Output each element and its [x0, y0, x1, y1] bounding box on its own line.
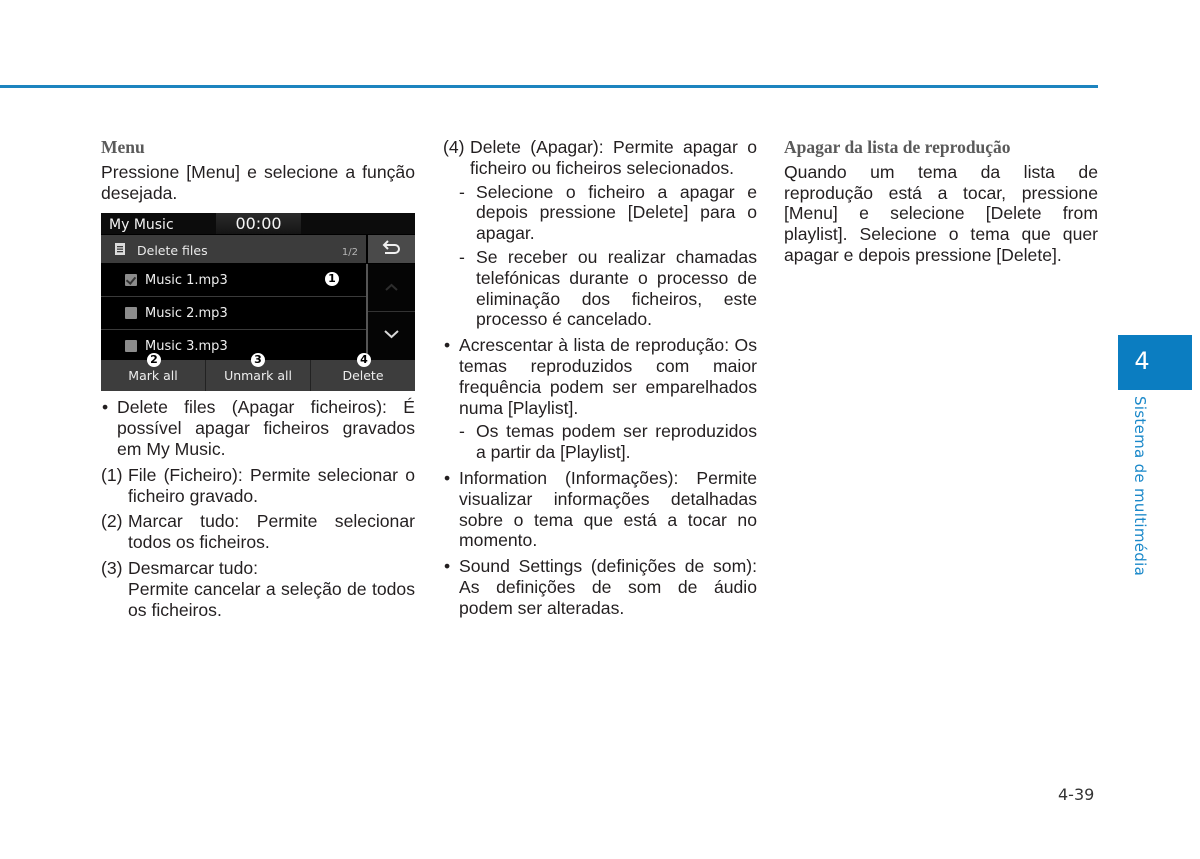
item-text: File (Ficheiro): Permite selecionar o fi… — [128, 464, 415, 506]
checkbox[interactable] — [125, 340, 137, 353]
item-text: Marcar tudo: Permite selecionar todos os… — [128, 511, 415, 553]
item-marker: (3) — [101, 557, 123, 578]
item-text: Desmarcar tudo: — [128, 557, 259, 578]
item-marker: (1) — [101, 464, 123, 485]
bullet-sound-settings: Sound Settings (definições de som): As d… — [443, 556, 757, 618]
dash-marker: - — [459, 246, 465, 267]
chapter-tab: 4 — [1118, 335, 1192, 390]
chevron-up-icon — [385, 284, 398, 292]
scroll-down-button[interactable] — [368, 312, 415, 359]
column-2: (4) Delete (Apagar): Permite apagar o fi… — [443, 137, 757, 619]
delete-from-playlist-text: Quando um tema da lista de reprodução es… — [784, 161, 1098, 265]
screen-title: My Music — [109, 217, 174, 234]
chevron-down-icon — [384, 330, 399, 339]
screen-clock: 00:00 — [216, 213, 301, 235]
item-marker: (4) — [443, 137, 465, 157]
list-icon — [115, 243, 125, 256]
page-indicator: 1/2 — [341, 247, 358, 259]
sub-text: Se receber ou realizar chamadas telefóni… — [476, 246, 757, 330]
item-text-continued: Permite cancelar a seleção de todos os f… — [128, 578, 415, 620]
scroll-controls — [368, 264, 415, 361]
page-number: 4-39 — [1058, 785, 1095, 804]
item-4: (4) Delete (Apagar): Permite apagar o fi… — [443, 137, 757, 179]
header-title: Delete files — [137, 243, 208, 259]
item-3: (3) Desmarcar tudo: Permite cancelar a s… — [101, 558, 415, 620]
back-arrow-icon — [382, 240, 400, 255]
scroll-up-button[interactable] — [368, 264, 415, 313]
dash-marker: - — [459, 421, 465, 442]
screen-title-bar: My Music 00:00 — [101, 213, 415, 235]
bullet-delete-files: Delete files (Apagar ficheiros): É possí… — [101, 397, 415, 459]
item-2: (2) Marcar tudo: Permite selecionar todo… — [101, 511, 415, 553]
chapter-title: Sistema de multimédia — [1131, 396, 1149, 577]
item-4-sub-2: - Se receber ou realizar chamadas telefó… — [443, 247, 757, 330]
bullet-add-to-playlist: Acrescentar à lista de reprodução: Os te… — [443, 335, 757, 418]
my-music-screen: My Music 00:00 Delete files 1/2 Music 1.… — [101, 213, 415, 392]
menu-intro: Pressione [Menu] e selecione a função de… — [101, 161, 415, 203]
bullet-information: Information (Informações): Permite visua… — [443, 468, 757, 551]
column-1: Menu Pressione [Menu] e selecione a funç… — [101, 135, 415, 620]
menu-heading: Menu — [101, 137, 145, 157]
checkbox-checked[interactable] — [125, 274, 137, 287]
column-3: Apagar da lista de reprodução Quando um … — [784, 135, 1098, 266]
delete-files-header: Delete files 1/2 — [101, 235, 366, 264]
item-4-sub-1: - Selecione o ficheiro a apagar e depois… — [443, 182, 757, 244]
file-row[interactable]: Music 3.mp3 — [101, 330, 366, 363]
item-marker: (2) — [101, 511, 123, 532]
checkbox[interactable] — [125, 307, 137, 320]
top-rule — [0, 85, 1098, 88]
chapter-number: 4 — [1134, 347, 1150, 375]
file-name: Music 1.mp3 — [145, 273, 228, 289]
sub-text: Os temas podem ser reproduzidos a partir… — [476, 421, 757, 463]
item-1: (1) File (Ficheiro): Permite selecionar … — [101, 465, 415, 507]
delete-from-playlist-heading: Apagar da lista de reprodução — [784, 137, 1011, 157]
dash-marker: - — [459, 181, 465, 202]
back-button[interactable] — [368, 235, 415, 264]
playlist-sub: - Os temas podem ser reproduzidos a part… — [443, 421, 757, 463]
file-row[interactable]: Music 2.mp3 — [101, 297, 366, 331]
file-name: Music 2.mp3 — [145, 306, 228, 322]
item-text: Delete (Apagar): Permite apagar o fichei… — [470, 137, 757, 178]
sub-text: Selecione o ficheiro a apagar e depois p… — [476, 181, 757, 244]
